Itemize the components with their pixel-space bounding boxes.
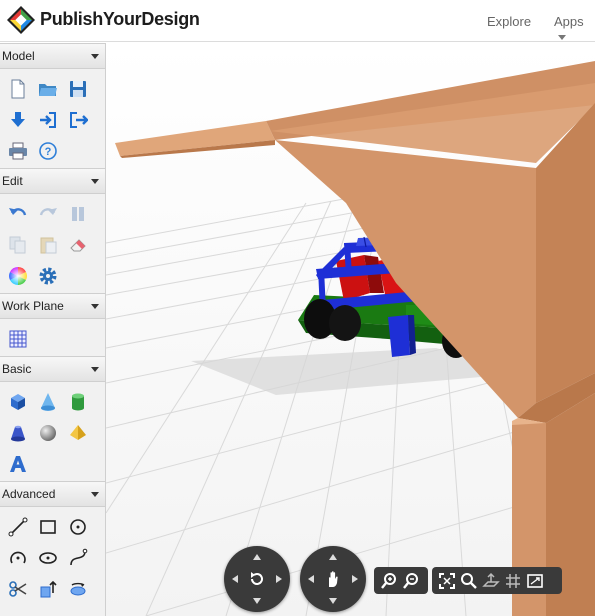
extrude-icon[interactable]: [37, 578, 58, 599]
section-header-basic[interactable]: Basic: [0, 356, 105, 382]
tool-sidebar: Model ? Edit Work Plane Basic Advanced: [0, 43, 106, 616]
workplane-tools: [0, 319, 105, 356]
scissors-icon[interactable]: [7, 578, 28, 599]
app-header: PublishYourDesign Explore Apps: [0, 0, 595, 42]
orbit-icon: [251, 572, 263, 585]
diamond-logo-icon[interactable]: [6, 5, 36, 35]
open-folder-icon[interactable]: [37, 78, 58, 99]
pan-control[interactable]: [300, 546, 366, 612]
section-title: Edit: [2, 174, 23, 188]
grid-plane-icon[interactable]: [7, 328, 28, 349]
zoom-out-icon[interactable]: [400, 570, 422, 592]
curve-tool-icon[interactable]: [67, 547, 88, 568]
new-file-icon[interactable]: [7, 78, 28, 99]
settings-gear-icon[interactable]: [37, 265, 58, 286]
revolve-icon[interactable]: [67, 578, 88, 599]
snap-plane-icon[interactable]: [480, 570, 502, 592]
cone-icon[interactable]: [37, 391, 58, 412]
rectangle-tool-icon[interactable]: [37, 516, 58, 537]
pen-tool-icon[interactable]: [7, 609, 28, 616]
section-title: Work Plane: [2, 299, 64, 313]
fullscreen-icon[interactable]: [524, 570, 546, 592]
import-icon[interactable]: [7, 109, 28, 130]
section-title: Advanced: [2, 487, 56, 501]
basic-shapes: [0, 382, 105, 481]
chevron-down-icon: [91, 304, 99, 309]
orbit-right-arrow[interactable]: [276, 575, 282, 583]
pan-hand-icon: [329, 571, 338, 587]
undo-icon[interactable]: [7, 203, 28, 224]
orbit-control[interactable]: [224, 546, 290, 612]
ellipse-tool-icon[interactable]: [37, 547, 58, 568]
section-title: Model: [2, 49, 35, 63]
orbit-down-arrow[interactable]: [253, 598, 261, 604]
section-header-edit[interactable]: Edit: [0, 168, 105, 194]
print-icon[interactable]: [7, 140, 28, 161]
chevron-down-icon: [91, 492, 99, 497]
color-wheel-icon[interactable]: [7, 265, 28, 286]
search-icon[interactable]: [458, 570, 480, 592]
chevron-down-icon: [558, 35, 566, 41]
nav-apps-menu[interactable]: Apps: [554, 14, 595, 44]
chevron-down-icon: [91, 179, 99, 184]
pan-right-arrow[interactable]: [352, 575, 358, 583]
view-toolbar: [432, 567, 562, 594]
circle-tool-icon[interactable]: [67, 516, 88, 537]
cylinder-icon[interactable]: [67, 391, 88, 412]
sphere-icon[interactable]: [37, 422, 58, 443]
redo-icon[interactable]: [37, 203, 58, 224]
copy-icon[interactable]: [7, 234, 28, 255]
pan-down-arrow[interactable]: [329, 598, 337, 604]
orbit-left-arrow[interactable]: [232, 575, 238, 583]
nav-apps-label: Apps: [554, 14, 584, 29]
paste-icon[interactable]: [37, 234, 58, 255]
frustum-icon[interactable]: [7, 422, 28, 443]
pyramid-icon[interactable]: [67, 422, 88, 443]
grid-toggle-icon[interactable]: [502, 570, 524, 592]
line-tool-icon[interactable]: [7, 516, 28, 537]
text-3d-icon[interactable]: [7, 453, 28, 474]
nav-explore-link[interactable]: Explore: [487, 14, 531, 29]
scene-canvas[interactable]: [106, 43, 595, 616]
chevron-down-icon: [91, 367, 99, 372]
zoom-in-icon[interactable]: [378, 570, 400, 592]
svg-text:?: ?: [44, 146, 51, 158]
section-header-advanced[interactable]: Advanced: [0, 481, 105, 507]
model-tools: ?: [0, 69, 105, 168]
brand-title[interactable]: PublishYourDesign: [40, 9, 200, 30]
import-arrow-icon[interactable]: [37, 109, 58, 130]
section-header-workplane[interactable]: Work Plane: [0, 293, 105, 319]
section-header-model[interactable]: Model: [0, 43, 105, 69]
help-icon[interactable]: ?: [37, 140, 58, 161]
pause-icon[interactable]: [67, 203, 88, 224]
pan-up-arrow[interactable]: [329, 554, 337, 560]
cube-icon[interactable]: [7, 391, 28, 412]
zoom-toolbar: [374, 567, 428, 594]
chevron-down-icon: [91, 54, 99, 59]
3d-viewport[interactable]: [106, 43, 595, 616]
orbit-up-arrow[interactable]: [253, 554, 261, 560]
arc-tool-icon[interactable]: [7, 547, 28, 568]
pan-left-arrow[interactable]: [308, 575, 314, 583]
save-icon[interactable]: [67, 78, 88, 99]
export-icon[interactable]: [67, 109, 88, 130]
section-title: Basic: [2, 362, 32, 376]
edit-tools: [0, 194, 105, 293]
fit-view-icon[interactable]: [436, 570, 458, 592]
eraser-icon[interactable]: [67, 234, 88, 255]
advanced-tools: [0, 507, 105, 616]
